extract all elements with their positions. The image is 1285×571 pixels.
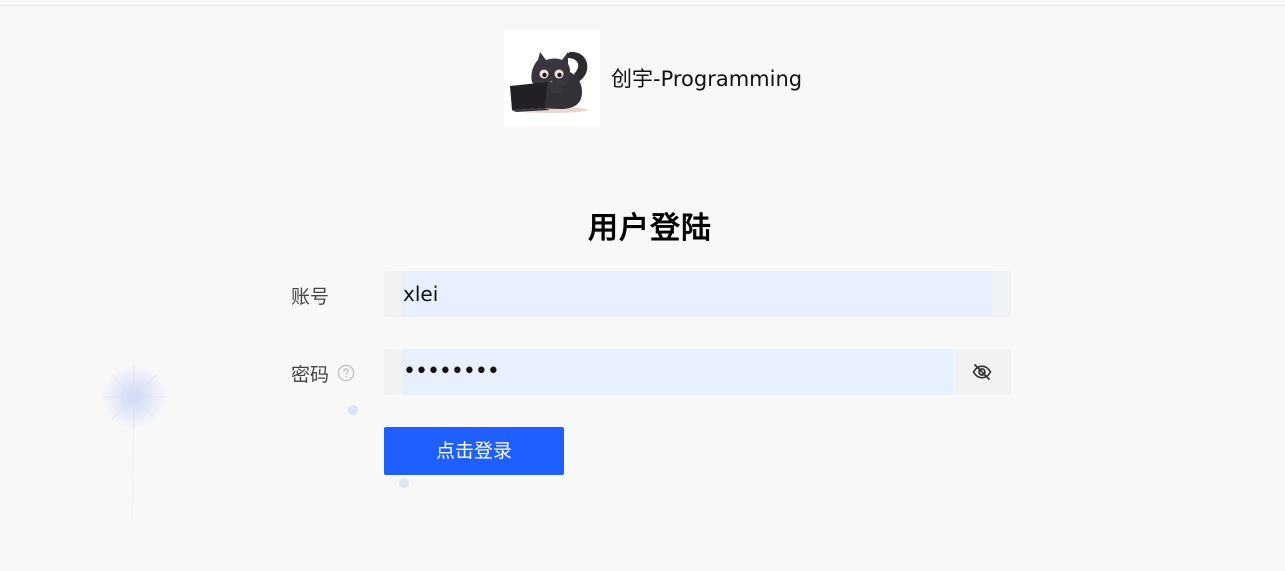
cat-laptop-logo-icon	[504, 30, 600, 126]
dot-decoration	[399, 478, 409, 488]
password-label-text: 密码	[291, 363, 330, 386]
account-label: 账号	[291, 272, 329, 318]
autofill-highlight	[402, 271, 992, 317]
password-value: ••••••••	[403, 359, 500, 384]
sparkle-decoration	[102, 365, 166, 521]
password-label: 密码	[291, 350, 355, 396]
brand-header: 创宇-Programming	[504, 30, 802, 126]
top-divider	[0, 0, 1285, 6]
account-label-text: 账号	[291, 285, 330, 308]
account-input[interactable]: xlei	[384, 271, 1011, 317]
eye-off-icon[interactable]	[971, 361, 993, 383]
account-value: xlei	[403, 282, 439, 306]
password-input[interactable]: ••••••••	[384, 349, 1011, 395]
site-name: 创宇-Programming	[611, 67, 803, 91]
page-title: 用户登陆	[588, 211, 712, 246]
question-circle-icon[interactable]	[337, 364, 355, 382]
dot-decoration	[348, 405, 358, 415]
login-button[interactable]: 点击登录	[384, 427, 564, 475]
